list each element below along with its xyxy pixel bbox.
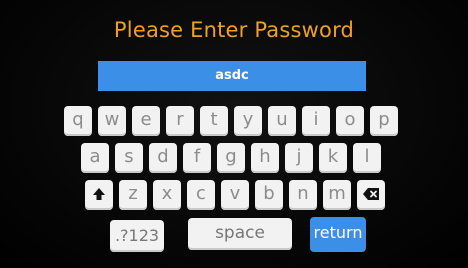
key-w[interactable]: w <box>98 106 126 136</box>
key-k[interactable]: k <box>319 143 347 173</box>
key-n[interactable]: n <box>289 180 317 210</box>
key-b[interactable]: b <box>255 180 283 210</box>
key-a[interactable]: a <box>81 143 109 173</box>
key-c[interactable]: c <box>187 180 215 210</box>
key-f[interactable]: f <box>183 143 211 173</box>
page-title: Please Enter Password <box>113 18 355 42</box>
key-l[interactable]: l <box>353 143 381 173</box>
shift-icon <box>93 188 105 200</box>
backspace-icon <box>363 188 379 200</box>
numbers-key[interactable]: .?123 <box>110 220 164 252</box>
password-field[interactable]: asdc <box>98 61 366 91</box>
key-z[interactable]: z <box>119 180 147 210</box>
space-key[interactable]: space <box>188 218 292 250</box>
key-m[interactable]: m <box>323 180 351 210</box>
key-h[interactable]: h <box>251 143 279 173</box>
key-v[interactable]: v <box>221 180 249 210</box>
key-i[interactable]: i <box>302 106 330 136</box>
key-d[interactable]: d <box>149 143 177 173</box>
shift-key[interactable] <box>85 180 113 210</box>
key-u[interactable]: u <box>268 106 296 136</box>
on-screen-keyboard: q w e r t y u i o p a s d f g h j k l z … <box>58 93 412 263</box>
key-j[interactable]: j <box>285 143 313 173</box>
key-p[interactable]: p <box>370 106 398 136</box>
key-q[interactable]: q <box>64 106 92 136</box>
password-value: asdc <box>215 68 249 83</box>
key-y[interactable]: y <box>234 106 262 136</box>
key-t[interactable]: t <box>200 106 228 136</box>
screen: Please Enter Password asdc q w e r t y u… <box>0 0 468 268</box>
key-o[interactable]: o <box>336 106 364 136</box>
key-s[interactable]: s <box>115 143 143 173</box>
backspace-key[interactable] <box>357 180 385 210</box>
return-key[interactable]: return <box>310 217 366 252</box>
key-x[interactable]: x <box>153 180 181 210</box>
key-r[interactable]: r <box>166 106 194 136</box>
key-e[interactable]: e <box>132 106 160 136</box>
key-g[interactable]: g <box>217 143 245 173</box>
